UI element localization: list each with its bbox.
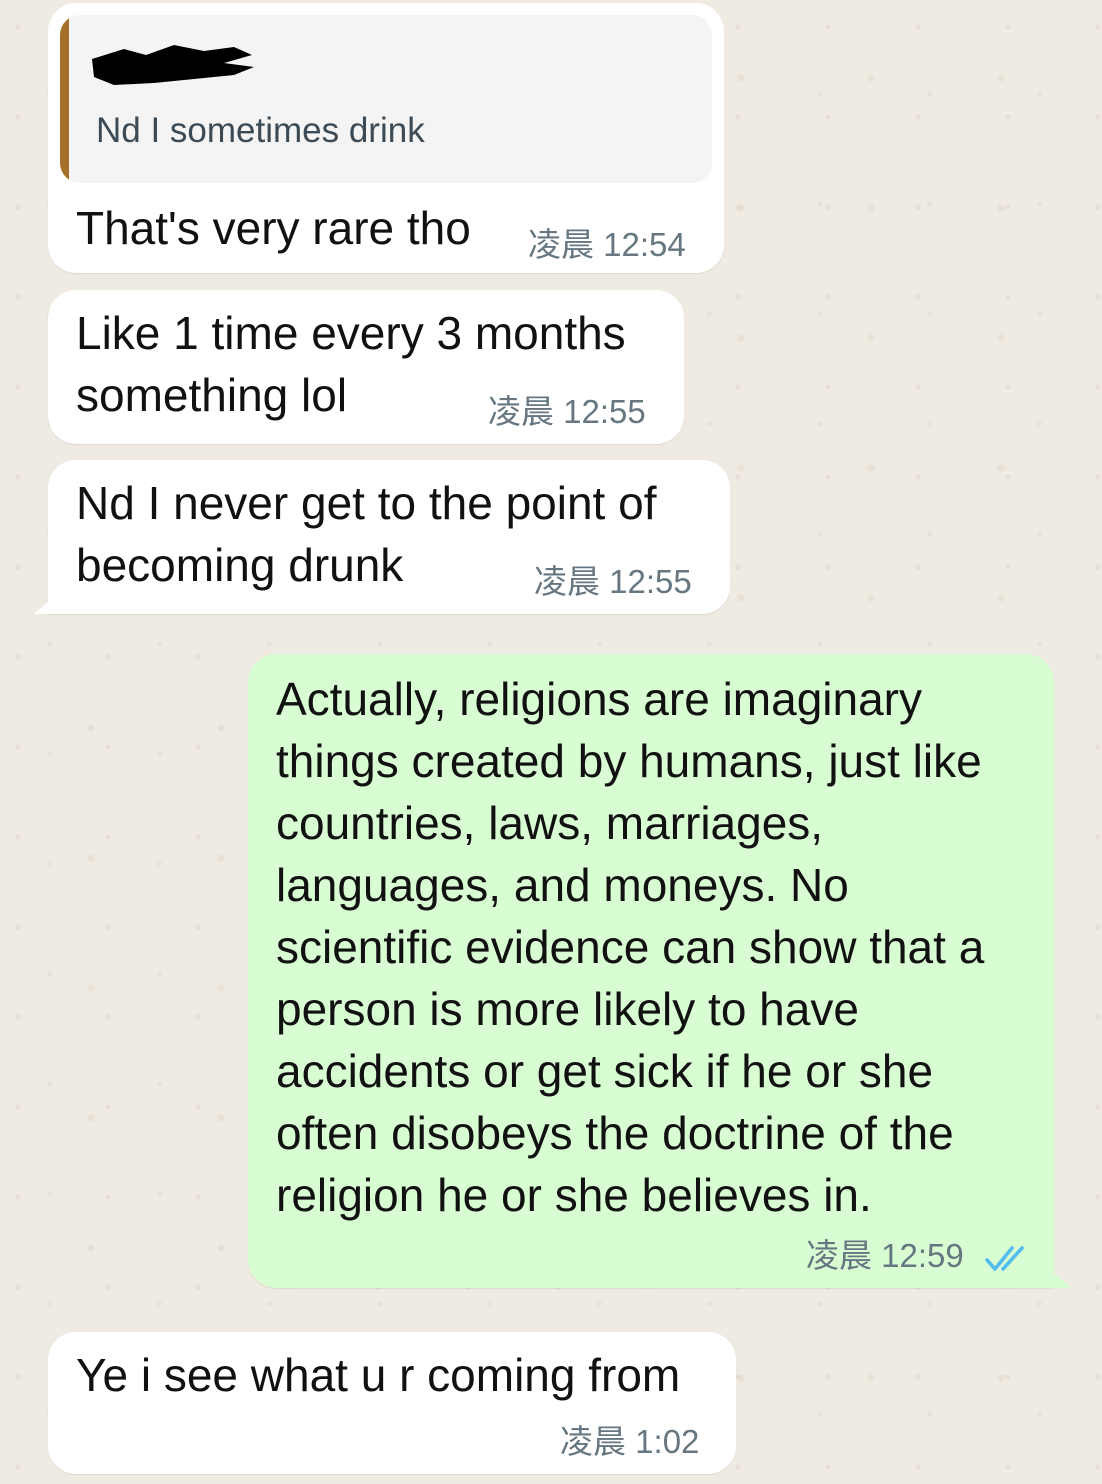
- message-timestamp: 凌晨 12:55: [534, 563, 692, 600]
- chat-conversation[interactable]: Nd I sometimes drink That's very rare th…: [0, 0, 1102, 1484]
- quoted-message-text: Nd I sometimes drink: [96, 111, 425, 150]
- quoted-message[interactable]: Nd I sometimes drink: [60, 15, 712, 183]
- bubble-tail: [34, 588, 64, 614]
- quote-bar: [60, 15, 69, 183]
- message-timestamp: 凌晨 12:55: [488, 393, 646, 430]
- message-timestamp: 凌晨 1:02: [560, 1423, 700, 1460]
- message-text: Ye i see what u r coming from: [76, 1349, 681, 1401]
- message-timestamp: 凌晨 12:59: [806, 1237, 964, 1274]
- bubble-tail: [1038, 1260, 1072, 1288]
- incoming-message-bubble[interactable]: Nd I sometimes drink That's very rare th…: [48, 3, 724, 273]
- incoming-message-bubble[interactable]: Ye i see what u r coming from 凌晨 1:02: [48, 1332, 736, 1474]
- double-check-read-icon: [985, 1246, 1024, 1271]
- outgoing-message-bubble[interactable]: Actually, religions are imaginary things…: [248, 654, 1072, 1288]
- incoming-message-bubble[interactable]: Nd I never get to the point of becoming …: [34, 460, 730, 614]
- message-timestamp: 凌晨 12:54: [528, 226, 686, 263]
- incoming-message-bubble[interactable]: Like 1 time every 3 months something lol…: [48, 290, 684, 444]
- redacted-sender-name: [92, 45, 254, 85]
- message-text: Actually, religions are imaginary things…: [276, 673, 985, 1221]
